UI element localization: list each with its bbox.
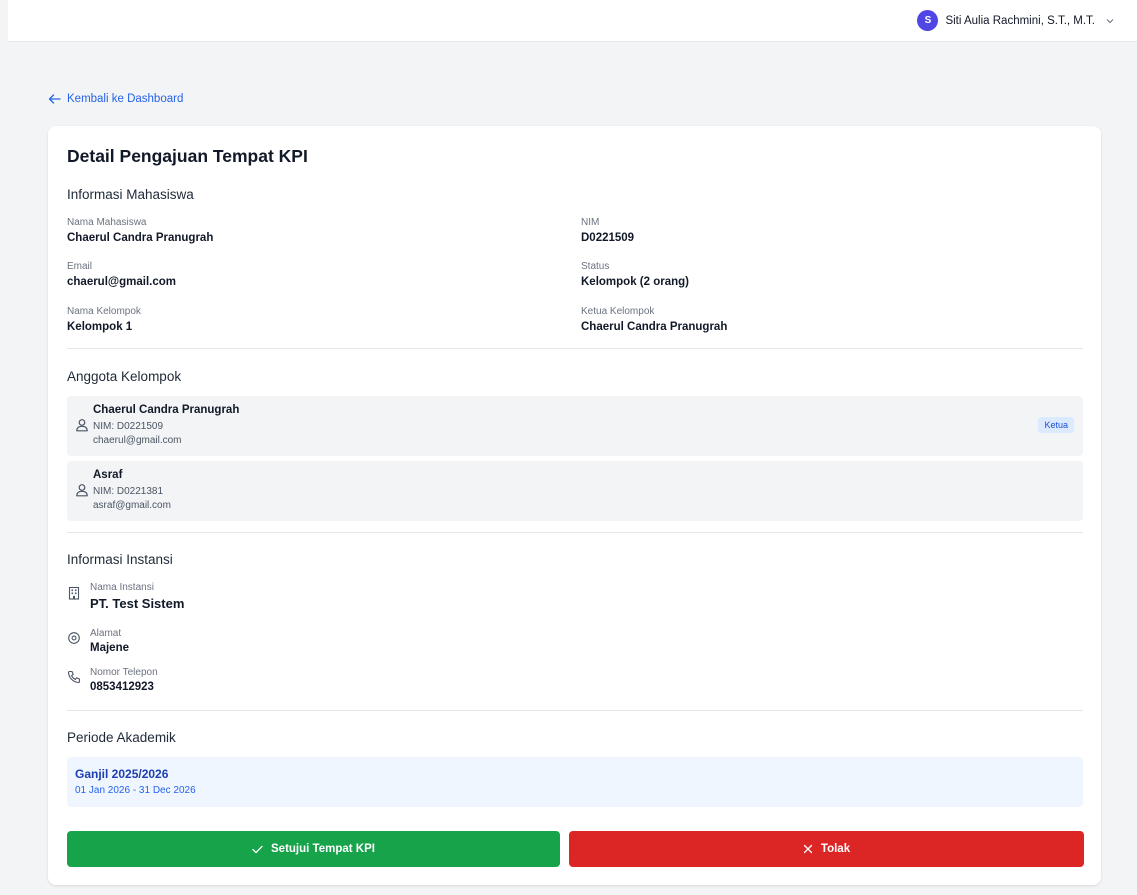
- field-label: Alamat: [90, 628, 122, 639]
- phone-icon: [67, 670, 81, 684]
- ketua-badge: Ketua: [1038, 417, 1074, 433]
- user-icon: [75, 483, 89, 497]
- back-to-dashboard-link[interactable]: Kembali ke Dashboard: [48, 93, 183, 105]
- section-informasi-instansi: Informasi Instansi: [67, 552, 173, 567]
- field-value: Chaerul Candra Pranugrah: [67, 232, 214, 244]
- field-label: NIM: [581, 217, 600, 228]
- member-name: Chaerul Candra Pranugrah: [93, 404, 240, 416]
- field-label: Status: [581, 261, 610, 272]
- field-label: Nama Kelompok: [67, 306, 141, 317]
- top-bar: S Siti Aulia Rachmini, S.T., M.T.: [8, 0, 1137, 42]
- field-label: Nama Mahasiswa: [67, 217, 147, 228]
- periode-box: Ganjil 2025/2026 01 Jan 2026 - 31 Dec 20…: [67, 757, 1083, 807]
- member-nim: NIM: D0221381: [93, 486, 164, 497]
- field-ketua-kelompok: Ketua Kelompok Chaerul Candra Pranugrah: [581, 306, 727, 335]
- approve-button[interactable]: Setujui Tempat KPI: [67, 831, 560, 867]
- field-nama-kelompok: Nama Kelompok Kelompok 1: [67, 306, 141, 335]
- section-informasi-mahasiswa: Informasi Mahasiswa: [67, 187, 194, 202]
- field-nama-mahasiswa: Nama Mahasiswa Chaerul Candra Pranugrah: [67, 217, 213, 246]
- field-value: Chaerul Candra Pranugrah: [581, 321, 728, 333]
- check-icon: [252, 845, 263, 854]
- approve-button-label: Setujui Tempat KPI: [271, 843, 375, 855]
- member-name: Asraf: [93, 469, 123, 481]
- field-label: Ketua Kelompok: [581, 306, 655, 317]
- field-label: Nomor Telepon: [90, 667, 158, 678]
- divider: [67, 348, 1083, 349]
- member-nim: NIM: D0221509: [93, 421, 164, 432]
- chevron-down-icon: [1105, 16, 1115, 26]
- field-status: Status Kelompok (2 orang): [581, 261, 689, 290]
- arrow-left-icon: [48, 94, 61, 104]
- field-value: PT. Test Sistem: [90, 596, 185, 611]
- close-icon: [803, 844, 813, 854]
- periode-name: Ganjil 2025/2026: [75, 767, 169, 781]
- field-email: Email chaerul@gmail.com: [67, 261, 176, 290]
- field-value: 0853412923: [90, 681, 154, 693]
- page-title: Detail Pengajuan Tempat KPI: [67, 146, 308, 166]
- reject-button[interactable]: Tolak: [569, 831, 1084, 867]
- divider: [67, 710, 1083, 711]
- back-link-label: Kembali ke Dashboard: [67, 93, 184, 105]
- field-label: Nama Instansi: [90, 582, 154, 593]
- field-value: chaerul@gmail.com: [67, 276, 176, 288]
- section-periode-akademik: Periode Akademik: [67, 730, 176, 745]
- building-icon: [67, 586, 81, 600]
- field-label: Email: [67, 261, 93, 272]
- avatar: S: [917, 10, 939, 31]
- map-pin-icon: [67, 631, 81, 645]
- field-nim: NIM D0221509: [581, 217, 634, 246]
- member-item: Chaerul Candra Pranugrah NIM: D0221509 c…: [67, 396, 1083, 456]
- member-email: asraf@gmail.com: [93, 500, 171, 511]
- member-item: Asraf NIM: D0221381 asraf@gmail.com: [67, 461, 1083, 521]
- detail-card: Detail Pengajuan Tempat KPI Informasi Ma…: [48, 126, 1101, 885]
- field-value: Kelompok (2 orang): [581, 276, 689, 288]
- user-menu[interactable]: S Siti Aulia Rachmini, S.T., M.T.: [917, 10, 1115, 31]
- field-value: D0221509: [581, 232, 635, 244]
- field-value: Kelompok 1: [67, 321, 133, 333]
- divider: [67, 532, 1083, 533]
- reject-button-label: Tolak: [820, 843, 851, 855]
- user-name: Siti Aulia Rachmini, S.T., M.T.: [945, 14, 1095, 27]
- user-icon: [75, 418, 89, 432]
- periode-dates: 01 Jan 2026 - 31 Dec 2026: [75, 785, 196, 796]
- member-email: chaerul@gmail.com: [93, 435, 182, 446]
- section-anggota-kelompok: Anggota Kelompok: [67, 369, 182, 384]
- field-value: Majene: [90, 642, 129, 654]
